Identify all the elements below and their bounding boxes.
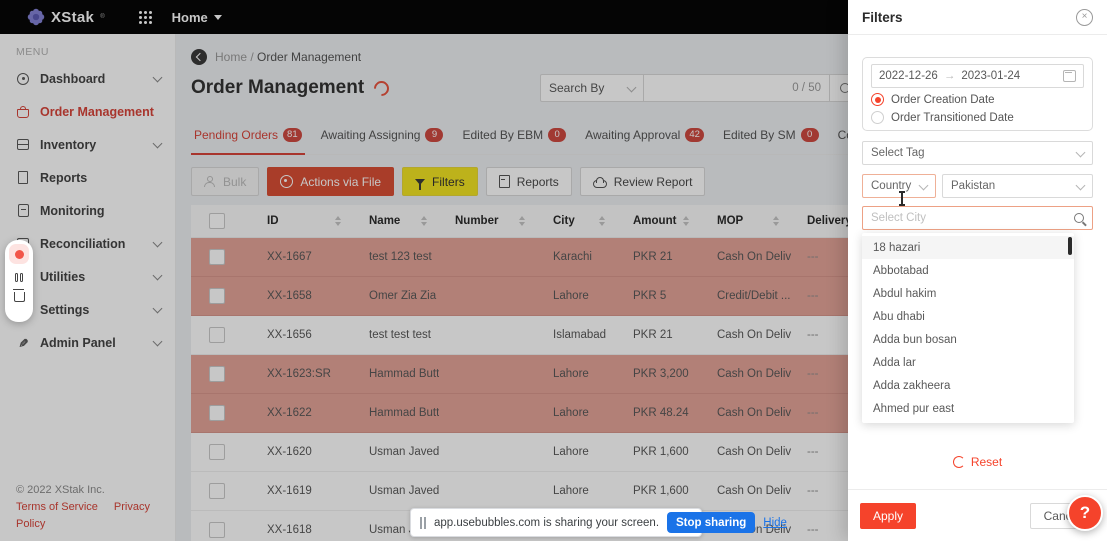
city-option-adda-zakheera[interactable]: Adda zakheera: [862, 374, 1074, 397]
city-option-18-hazari[interactable]: 18 hazari: [862, 236, 1074, 259]
city-option-adda-bun-bosan[interactable]: Adda bun bosan: [862, 328, 1074, 351]
date-start: 2022-12-26: [879, 70, 938, 82]
radio-order-creation-date[interactable]: Order Creation Date: [871, 93, 1084, 106]
city-option-ahmed-pur-east[interactable]: Ahmed pur east: [862, 397, 1074, 420]
apply-button[interactable]: Apply: [860, 503, 916, 529]
app-window: XStak ® Home MENU DashboardOrder Managem…: [0, 0, 1107, 541]
chevron-down-icon: [919, 180, 929, 190]
city-options-list: 18 hazariAbbotabadAbdul hakimAbu dhabiAd…: [862, 233, 1074, 423]
date-filter-group: 2022-12-26 → 2023-01-24 Order Creation D…: [862, 57, 1093, 131]
calendar-icon: [1063, 70, 1076, 82]
help-button[interactable]: ?: [1067, 495, 1103, 531]
recording-widget: [5, 240, 33, 322]
select-tag-dropdown[interactable]: Select Tag: [862, 141, 1093, 165]
date-range-picker[interactable]: 2022-12-26 → 2023-01-24: [871, 64, 1084, 88]
drawer-title: Filters: [862, 10, 903, 25]
reset-filters[interactable]: Reset: [848, 455, 1107, 469]
search-icon: [1074, 213, 1084, 223]
radio-order-transitioned-date[interactable]: Order Transitioned Date: [871, 111, 1084, 124]
drag-handle-icon[interactable]: [420, 517, 422, 529]
date-end: 2023-01-24: [961, 70, 1020, 82]
record-button[interactable]: [9, 244, 29, 264]
city-search-input[interactable]: Select City: [862, 206, 1093, 230]
stop-sharing-button[interactable]: Stop sharing: [667, 512, 755, 533]
hide-link[interactable]: Hide: [763, 517, 787, 529]
city-option-abbotabad[interactable]: Abbotabad: [862, 259, 1074, 282]
text-cursor: [901, 192, 903, 205]
city-option-abu-dhabi[interactable]: Abu dhabi: [862, 305, 1074, 328]
city-option-abdul-hakim[interactable]: Abdul hakim: [862, 282, 1074, 305]
scrollbar-thumb[interactable]: [1068, 237, 1072, 255]
reset-icon: [953, 456, 965, 468]
trash-icon[interactable]: [14, 292, 25, 302]
close-icon[interactable]: ×: [1076, 9, 1093, 26]
pause-icon[interactable]: [15, 273, 23, 282]
record-dot-icon: [15, 250, 24, 259]
country-dropdown[interactable]: Country: [862, 174, 936, 198]
arrow-right-icon: →: [944, 70, 956, 82]
country-value-dropdown[interactable]: Pakistan: [942, 174, 1093, 198]
radio-selected-icon: [871, 93, 884, 106]
radio-unselected-icon: [871, 111, 884, 124]
screen-share-bar: app.usebubbles.com is sharing your scree…: [410, 508, 702, 537]
filters-drawer: Filters × 2022-12-26 → 2023-01-24 Order …: [848, 0, 1107, 541]
share-message: app.usebubbles.com is sharing your scree…: [434, 517, 659, 529]
city-placeholder: Select City: [871, 212, 926, 224]
city-option-adda-lar[interactable]: Adda lar: [862, 351, 1074, 374]
chevron-down-icon: [1076, 180, 1086, 190]
chevron-down-icon: [1076, 147, 1086, 157]
